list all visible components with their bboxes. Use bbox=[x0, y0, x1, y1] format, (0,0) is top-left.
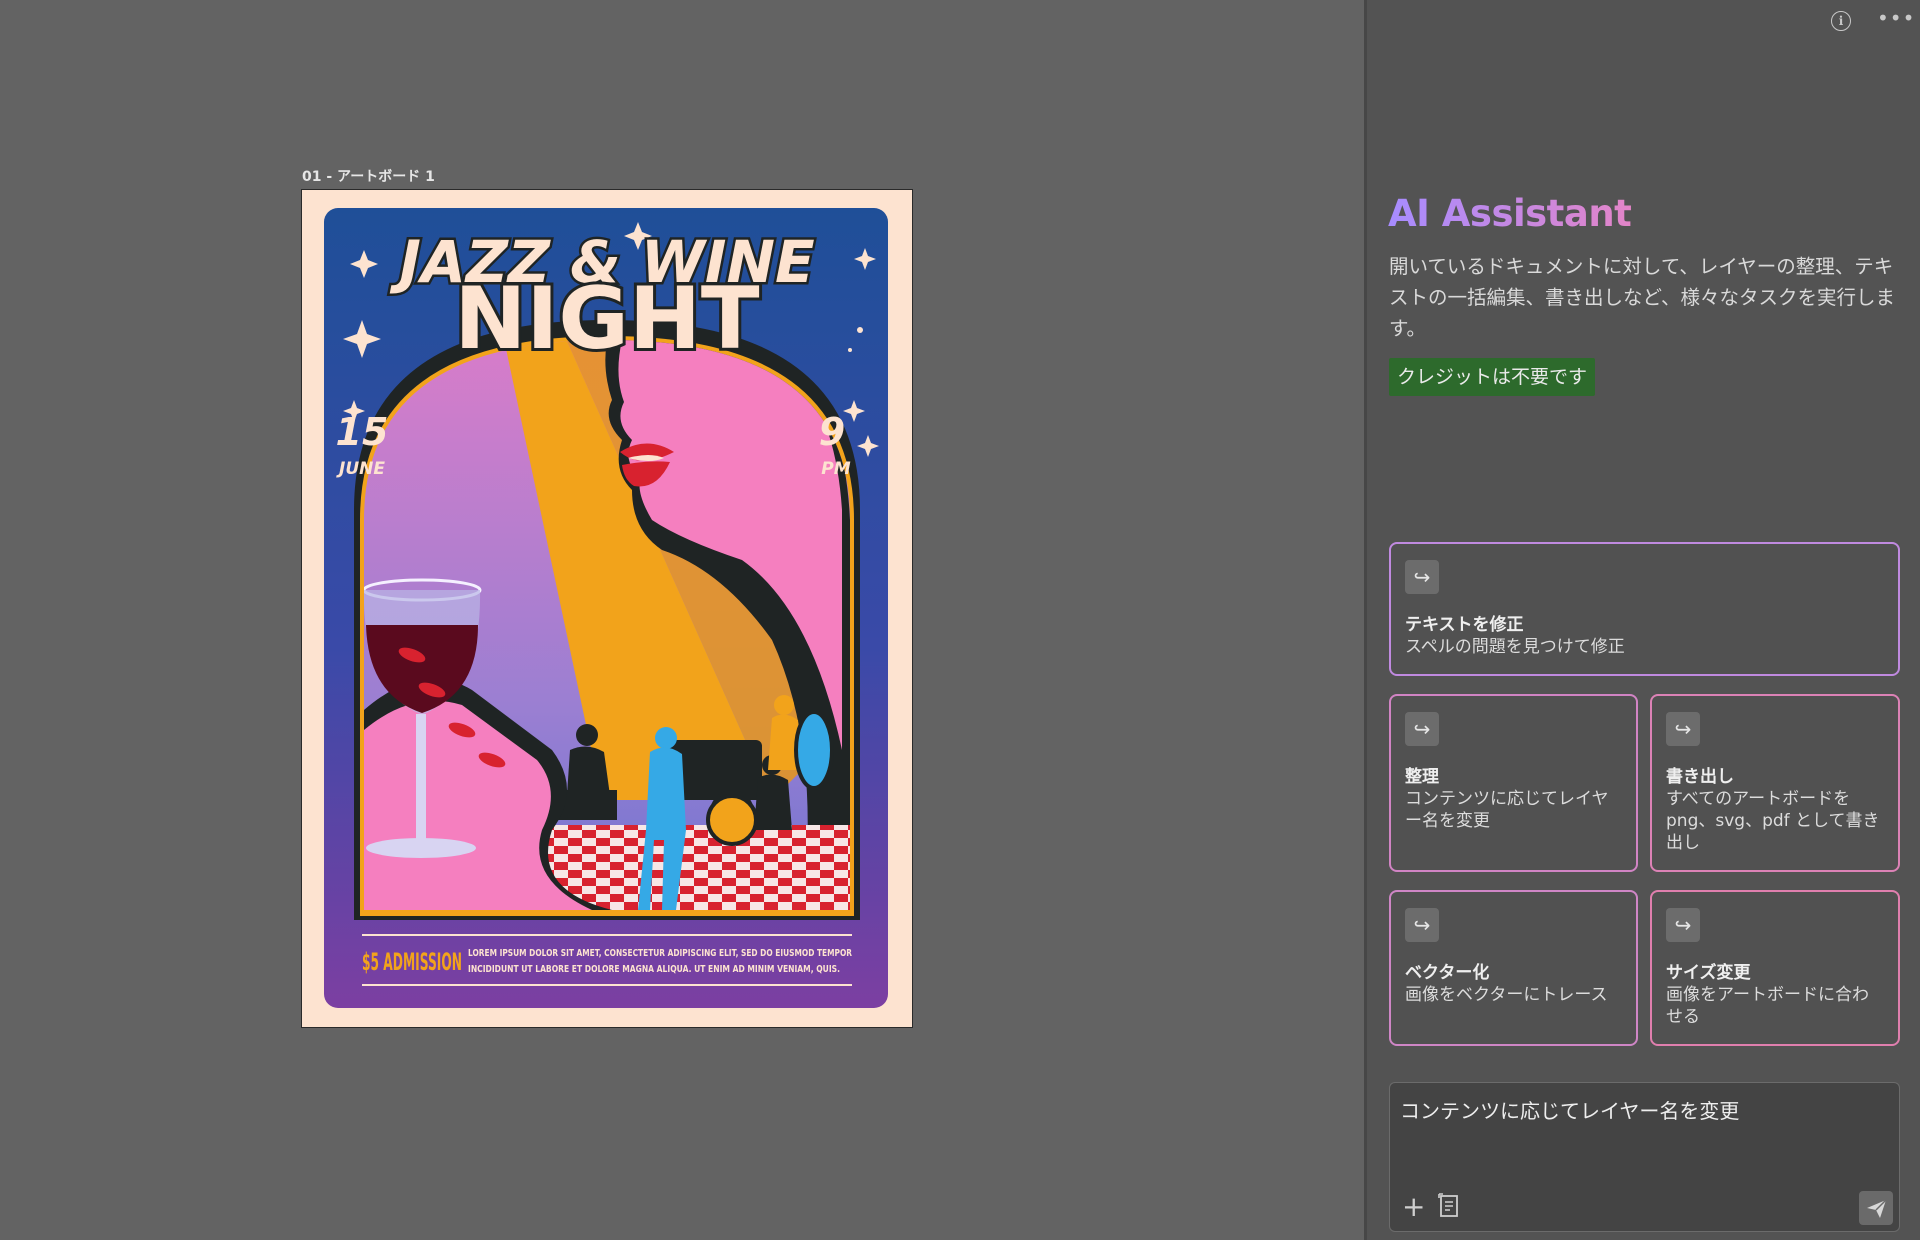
info-icon[interactable]: i bbox=[1831, 11, 1851, 31]
card-export[interactable]: ↪ 書き出し すべてのアートボードをpng、svg、pdf として書き出し bbox=[1650, 694, 1900, 872]
redirect-arrow-icon: ↪ bbox=[1666, 712, 1700, 746]
card-description: スペルの問題を見つけて修正 bbox=[1405, 637, 1625, 657]
poster-time-hour: 9 bbox=[819, 410, 845, 454]
poster-body-line1: LOREM IPSUM DOLOR SIT AMET, CONSECTETUR … bbox=[468, 948, 853, 959]
poster-date-day: 15 bbox=[336, 410, 389, 454]
card-description: 画像をベクターにトレース bbox=[1405, 985, 1608, 1005]
card-title: サイズ変更 bbox=[1666, 963, 1751, 983]
add-icon[interactable]: + bbox=[1402, 1193, 1425, 1221]
panel-title: AI Assistant bbox=[1388, 192, 1632, 235]
document-canvas[interactable]: 01 - アートボード 1 JAZZ & WINE NIGHT 15 JUNE … bbox=[0, 0, 1364, 1240]
artboard-label[interactable]: 01 - アートボード 1 bbox=[302, 166, 435, 186]
card-title: 書き出し bbox=[1666, 767, 1734, 787]
card-title: 整理 bbox=[1405, 767, 1439, 787]
card-title: テキストを修正 bbox=[1405, 615, 1524, 635]
poster-time-ampm: PM bbox=[821, 459, 850, 479]
card-title: ベクター化 bbox=[1405, 963, 1490, 983]
credit-badge: クレジットは不要です bbox=[1389, 358, 1596, 396]
layers-icon[interactable] bbox=[1438, 1193, 1462, 1219]
card-organize[interactable]: ↪ 整理 コンテンツに応じてレイヤー名を変更 bbox=[1389, 694, 1638, 872]
prompt-input[interactable]: コンテンツに応じてレイヤー名を変更 bbox=[1398, 1093, 1892, 1177]
send-icon bbox=[1867, 1199, 1887, 1218]
card-description: 画像をアートボードに合わせる bbox=[1666, 985, 1869, 1027]
redirect-arrow-icon: ↪ bbox=[1405, 560, 1439, 594]
redirect-arrow-icon: ↪ bbox=[1405, 712, 1439, 746]
panel-description: 開いているドキュメントに対して、レイヤーの整理、テキストの一括編集、書き出しなど… bbox=[1389, 255, 1896, 340]
poster-artwork[interactable]: JAZZ & WINE NIGHT 15 JUNE 9 PM $5 ADMISS… bbox=[302, 190, 912, 1027]
redirect-arrow-icon: ↪ bbox=[1405, 908, 1439, 942]
card-description: コンテンツに応じてレイヤー名を変更 bbox=[1405, 789, 1609, 831]
redirect-arrow-icon: ↪ bbox=[1666, 908, 1700, 942]
card-description: すべてのアートボードをpng、svg、pdf として書き出し bbox=[1666, 789, 1880, 853]
card-resize[interactable]: ↪ サイズ変更 画像をアートボードに合わせる bbox=[1650, 890, 1900, 1046]
poster-body-line2: INCIDIDUNT UT LABORE ET DOLORE MAGNA ALI… bbox=[468, 964, 840, 975]
poster-date-month: JUNE bbox=[336, 459, 385, 479]
ai-assistant-panel: i ••• AI Assistant 開いているドキュメントに対して、レイヤーの… bbox=[1364, 0, 1920, 1240]
send-button[interactable] bbox=[1859, 1191, 1893, 1225]
prompt-box: コンテンツに応じてレイヤー名を変更 + bbox=[1389, 1082, 1900, 1232]
poster-admission: $5 ADMISSION bbox=[362, 948, 462, 976]
poster-title-line2: NIGHT bbox=[454, 269, 760, 369]
artboard[interactable]: JAZZ & WINE NIGHT 15 JUNE 9 PM $5 ADMISS… bbox=[302, 190, 912, 1027]
card-vectorize[interactable]: ↪ ベクター化 画像をベクターにトレース bbox=[1389, 890, 1638, 1046]
more-icon[interactable]: ••• bbox=[1877, 7, 1914, 29]
card-fix-text[interactable]: ↪ テキストを修正 スペルの問題を見つけて修正 bbox=[1389, 542, 1900, 676]
